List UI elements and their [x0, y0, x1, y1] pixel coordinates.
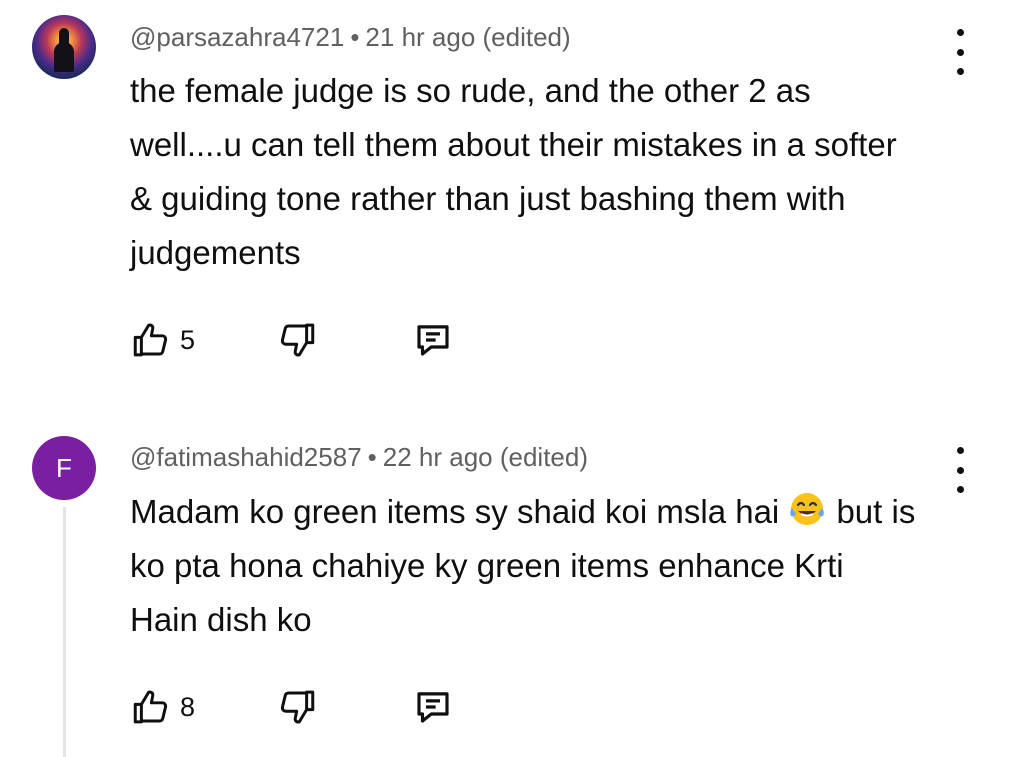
- meta-separator: •: [367, 442, 377, 472]
- more-vertical-icon[interactable]: [946, 447, 974, 493]
- like-button[interactable]: 5: [130, 316, 195, 364]
- thumbs-up-icon: [133, 323, 168, 357]
- avatar-letter: F: [32, 436, 96, 500]
- avatar[interactable]: F: [32, 436, 96, 500]
- comment-icon: [417, 692, 449, 723]
- comment-icon: [417, 325, 449, 356]
- thumbs-up-icon: [133, 690, 168, 724]
- author-handle[interactable]: @fatimashahid2587: [130, 442, 362, 472]
- dislike-button[interactable]: [276, 316, 318, 364]
- dislike-button[interactable]: [276, 683, 318, 731]
- like-count: 5: [180, 324, 196, 355]
- avatar-image: [32, 15, 96, 79]
- like-button[interactable]: 8: [130, 683, 195, 731]
- face-with-tears-of-joy-emoji: [790, 493, 825, 525]
- comment-time[interactable]: 21 hr ago (edited): [365, 22, 570, 52]
- like-count: 8: [180, 691, 196, 722]
- author-handle[interactable]: @parsazahra4721: [130, 22, 344, 52]
- meta-separator: •: [350, 22, 360, 52]
- comment-meta: @fatimashahid2587 • 22 hr ago (edited): [130, 442, 588, 473]
- comment-time[interactable]: 22 hr ago (edited): [383, 442, 588, 472]
- more-vertical-icon[interactable]: [946, 29, 974, 75]
- thumbs-down-icon: [280, 323, 315, 357]
- avatar[interactable]: [32, 15, 96, 79]
- thread-line: [63, 507, 66, 757]
- comment-text: the female judge is so rude, and the oth…: [130, 72, 897, 271]
- reply-button[interactable]: [412, 683, 454, 731]
- comment: F @fatimashahid2587 • 22 hr ago (edited) M…: [0, 400, 1024, 757]
- comment-text: Madam ko green items sy shaid koi msla h…: [130, 485, 920, 647]
- thumbs-down-icon: [280, 690, 315, 724]
- comment-meta: @parsazahra4721 • 21 hr ago (edited): [130, 22, 571, 53]
- comment-text-line: Madam ko green items sy shaid koi msla h…: [130, 493, 780, 530]
- reply-button[interactable]: [412, 316, 454, 364]
- comment: @parsazahra4721 • 21 hr ago (edited) the f…: [0, 0, 1024, 400]
